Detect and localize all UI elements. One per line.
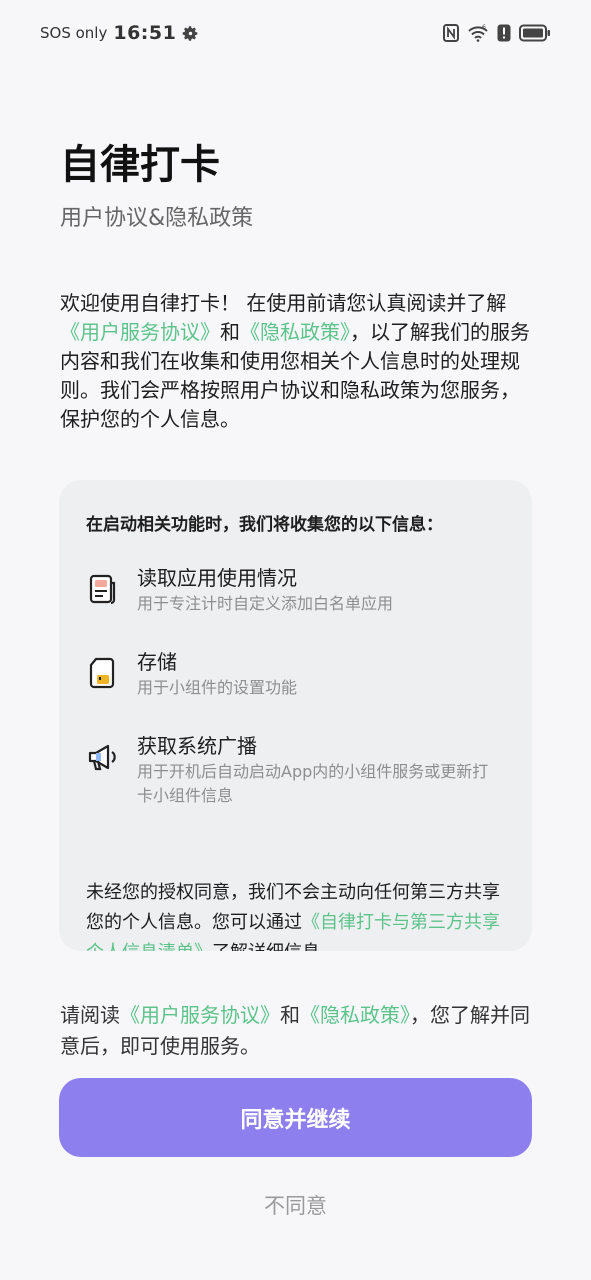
permission-item-broadcast: 获取系统广播 用于开机后自动启动App内的小组件服务或更新打卡小组件信息 <box>86 732 506 808</box>
status-bar: SOS only 16:51 6 <box>0 0 591 66</box>
user-agreement-link[interactable]: 《用户服务协议》 <box>120 1003 280 1027</box>
permission-desc: 用于开机后自动启动App内的小组件服务或更新打卡小组件信息 <box>137 762 489 805</box>
carrier-label: SOS only <box>40 24 108 42</box>
agree-continue-button[interactable]: 同意并继续 <box>59 1078 532 1157</box>
intro-paragraph: 欢迎使用自律打卡！ 在使用前请您认真阅读并了解《用户服务协议》和《隐私政策》，以… <box>60 289 532 434</box>
gear-icon <box>182 25 199 42</box>
alert-icon <box>497 24 511 42</box>
nfc-icon <box>443 24 459 42</box>
permissions-heading: 在启动相关功能时，我们将收集您的以下信息： <box>86 515 443 535</box>
permission-item-app-usage: 读取应用使用情况 用于专注计时自定义添加白名单应用 <box>86 564 506 616</box>
svg-text:6: 6 <box>482 24 486 31</box>
intro-text: 和 <box>220 320 240 344</box>
user-agreement-link[interactable]: 《用户服务协议》 <box>60 320 220 344</box>
privacy-policy-link[interactable]: 《隐私政策》 <box>300 1003 410 1027</box>
wifi-icon: 6 <box>467 24 489 42</box>
broadcast-icon <box>86 740 120 774</box>
permissions-panel[interactable]: 在启动相关功能时，我们将收集您的以下信息： 读取应用使用情况 用于专注计时自定义… <box>59 480 532 951</box>
clock: 16:51 <box>113 22 177 44</box>
privacy-policy-link[interactable]: 《隐私政策》 <box>240 320 350 344</box>
permission-title: 获取系统广播 <box>137 734 257 758</box>
permission-desc: 用于专注计时自定义添加白名单应用 <box>137 594 394 613</box>
battery-icon <box>519 24 551 42</box>
permission-item-storage: 存储 用于小组件的设置功能 <box>86 648 506 700</box>
app-usage-icon <box>86 572 120 606</box>
permission-title: 存储 <box>137 650 177 674</box>
note-text: 请阅读 <box>60 1003 120 1027</box>
disagree-button[interactable]: 不同意 <box>0 1185 591 1225</box>
intro-text: 欢迎使用自律打卡！ 在使用前请您认真阅读并了解 <box>60 291 507 315</box>
page-title: 自律打卡 <box>60 142 220 188</box>
storage-icon <box>86 656 120 690</box>
permission-title: 读取应用使用情况 <box>137 566 297 590</box>
agreement-note: 请阅读《用户服务协议》和《隐私政策》，您了解并同意后，即可使用服务。 <box>60 1000 535 1062</box>
notice-text: 了解详细信息 <box>212 942 320 951</box>
page-subtitle: 用户协议&隐私政策 <box>60 206 254 231</box>
permission-desc: 用于小组件的设置功能 <box>137 678 298 697</box>
note-text: 和 <box>280 1003 300 1027</box>
third-party-notice: 未经您的授权同意，我们不会主动向任何第三方共享您的个人信息。您可以通过《自律打卡… <box>86 878 511 951</box>
